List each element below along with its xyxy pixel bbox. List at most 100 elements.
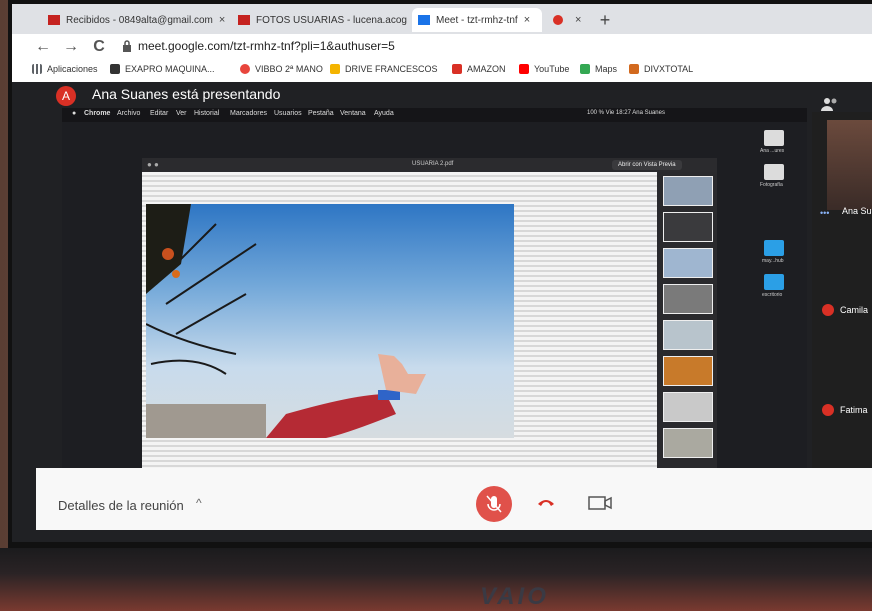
folder-icon: [764, 240, 784, 256]
bookmark-maps[interactable]: Maps: [580, 64, 617, 74]
participant-video: [827, 120, 872, 210]
menu-item: Ayuda: [374, 110, 394, 117]
tree-image: [146, 204, 266, 438]
forward-icon[interactable]: →: [62, 37, 80, 57]
amazon-icon: [452, 64, 462, 74]
menu-item: Pestaña: [308, 110, 334, 117]
page-thumbnail[interactable]: [663, 428, 713, 458]
mic-off-icon: [822, 404, 834, 416]
participant-name: Fatima: [840, 405, 868, 415]
bookmark-apps[interactable]: Aplicaciones: [32, 64, 98, 74]
bookmark-amazon[interactable]: AMAZON: [452, 64, 506, 74]
bookmarks-bar: Aplicaciones EXAPRO MAQUINA... VIBBO 2ª …: [12, 60, 872, 83]
chevron-up-icon[interactable]: ^: [196, 496, 202, 510]
maps-icon: [580, 64, 590, 74]
lock-icon: [123, 40, 131, 52]
laptop-base: [0, 548, 872, 611]
youtube-icon: [519, 64, 529, 74]
new-tab-button[interactable]: +: [595, 10, 615, 30]
drive-icon: [330, 64, 340, 74]
mic-off-button[interactable]: [476, 486, 512, 522]
presenting-title: Ana Suanes está presentando: [92, 86, 281, 102]
tab-label: Recibidos - 0849alta@gmail.com: [66, 14, 213, 26]
desktop-label: Ana ...ures: [760, 148, 785, 154]
camera-icon[interactable]: [588, 494, 618, 512]
back-icon[interactable]: ←: [34, 37, 52, 57]
bookmark-label: Maps: [595, 64, 618, 74]
menu-item: Chrome: [84, 110, 111, 117]
preview-window: ● ● USUARIA 2.pdf Abrir con Vista Previa: [142, 158, 717, 468]
meeting-details-button[interactable]: Detalles de la reunión: [58, 498, 184, 513]
page-thumbnail[interactable]: [663, 248, 713, 278]
menu-item: Ventana: [340, 110, 366, 117]
tab-fotos[interactable]: FOTOS USUARIAS - lucena.acoge ×: [232, 8, 407, 32]
address-bar: ← → C meet.google.com/tzt-rmhz-tnf?pli=1…: [12, 34, 872, 60]
mic-off-icon: [822, 304, 834, 316]
record-icon: [553, 15, 563, 25]
tab-meet[interactable]: Meet - tzt-rmhz-tnf ×: [412, 8, 542, 32]
page-thumbnail[interactable]: [663, 284, 713, 314]
menu-item: Archivo: [117, 110, 141, 117]
tab-recording[interactable]: ×: [547, 8, 587, 32]
bookmark-divxtotal[interactable]: DIVXTOTAL: [629, 64, 693, 74]
tab-gmail[interactable]: Recibidos - 0849alta@gmail.com ×: [42, 8, 227, 32]
browser-tab-bar: Recibidos - 0849alta@gmail.com × FOTOS U…: [12, 4, 872, 34]
desktop-label: escritorio: [762, 292, 783, 298]
apps-grid-icon: [32, 64, 42, 74]
open-with-preview-button[interactable]: Abrir con Vista Previa: [612, 160, 682, 170]
menu-item: Usuarios: [274, 110, 302, 117]
tab-label: FOTOS USUARIAS - lucena.acoge: [256, 14, 407, 26]
mac-status: 100 % Vie 18:27 Ana Suanes: [587, 110, 665, 116]
reload-icon[interactable]: C: [90, 37, 108, 57]
folder-icon: [764, 274, 784, 290]
page-thumbnail[interactable]: [663, 212, 713, 242]
preview-titlebar: ● ● USUARIA 2.pdf Abrir con Vista Previa: [142, 158, 717, 172]
bookmark-label: EXAPRO MAQUINA...: [125, 64, 215, 74]
gmail-icon: [48, 15, 60, 25]
thumbnail-sidebar: [657, 172, 717, 468]
bookmark-label: AMAZON: [467, 64, 506, 74]
drive-icon: [764, 130, 784, 146]
desktop-label: may...hub: [762, 258, 784, 264]
bookmark-label: Aplicaciones: [47, 64, 98, 74]
laptop-logo: VAIO: [480, 583, 549, 610]
close-icon[interactable]: ×: [524, 14, 530, 26]
close-icon[interactable]: ×: [219, 14, 225, 26]
bookmark-label: DIVXTOTAL: [644, 64, 694, 74]
menu-item: Historial: [194, 110, 220, 117]
close-icon[interactable]: ×: [575, 14, 581, 26]
participant-name: Ana Su: [842, 206, 872, 216]
hang-up-icon[interactable]: [536, 496, 556, 508]
vibbo-icon: [240, 64, 250, 74]
participant-name: Camila: [840, 305, 869, 315]
menu-item: Ver: [176, 110, 187, 117]
bookmark-vibbo[interactable]: VIBBO 2ª MANO: [240, 64, 323, 74]
bookmark-label: VIBBO 2ª MANO: [255, 64, 323, 74]
meeting-controls-bar: Detalles de la reunión ^: [36, 468, 872, 530]
url-field[interactable]: meet.google.com/tzt-rmhz-tnf?pli=1&authu…: [138, 39, 395, 53]
desktop-label: Fotografía: [760, 182, 783, 188]
window-controls-icon[interactable]: ● ●: [147, 160, 159, 169]
menu-item: Editar: [150, 110, 169, 117]
menu-item: Marcadores: [230, 110, 267, 117]
page-thumbnail[interactable]: [663, 176, 713, 206]
apple-icon: ●: [72, 110, 77, 117]
mic-off-icon: [486, 495, 502, 513]
page-thumbnail[interactable]: [663, 356, 713, 386]
presenter-bar: A Ana Suanes está presentando: [12, 82, 802, 110]
gmail-icon: [238, 15, 250, 25]
tab-label: Meet - tzt-rmhz-tnf: [436, 14, 518, 26]
divxtotal-icon: [629, 64, 639, 74]
page-thumbnail[interactable]: [663, 320, 713, 350]
page-thumbnail[interactable]: [663, 392, 713, 422]
shared-screen: ● Chrome Archivo Editar Ver Historial Ma…: [62, 108, 807, 468]
bookmark-drive[interactable]: DRIVE FRANCESCOS: [330, 64, 438, 74]
bookmark-youtube[interactable]: YouTube: [519, 64, 569, 74]
people-icon[interactable]: [820, 96, 840, 112]
arm-image: [266, 354, 426, 438]
bookmark-label: DRIVE FRANCESCOS: [345, 64, 438, 74]
bookmark-exapro[interactable]: EXAPRO MAQUINA...: [110, 64, 215, 74]
bookmark-label: YouTube: [534, 64, 570, 74]
document-photo: [146, 204, 514, 438]
more-icon: •••: [820, 208, 830, 218]
